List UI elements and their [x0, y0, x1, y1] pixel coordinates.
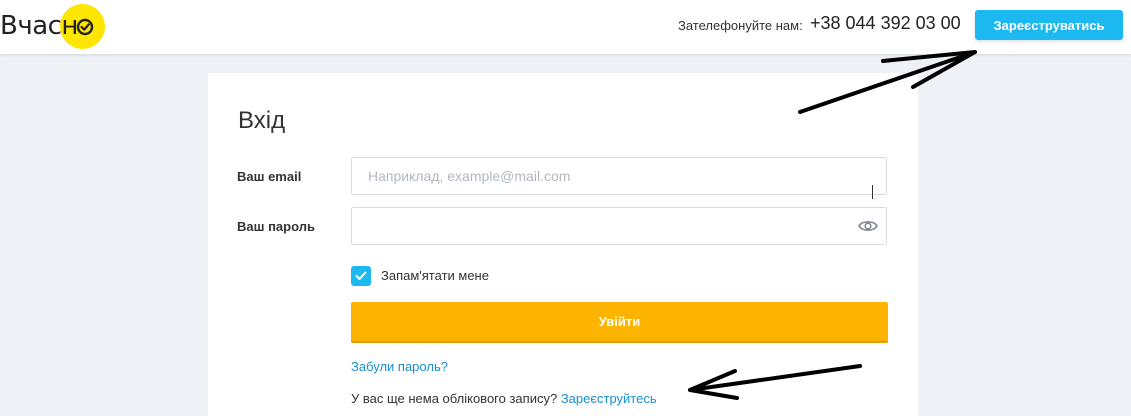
page-title: Вхід	[238, 107, 286, 134]
password-field[interactable]	[351, 207, 887, 245]
login-card: Вхід Ваш email Ваш пароль Запам'ятати ме…	[208, 73, 918, 416]
check-circle-icon	[76, 18, 94, 36]
logo[interactable]: Вчасн	[0, 4, 105, 49]
no-account-text: У вас ще нема облікового запису? Зареєст…	[351, 391, 657, 406]
email-label: Ваш email	[237, 169, 302, 184]
text-cursor	[872, 185, 873, 199]
remember-label[interactable]: Запам'ятати мене	[381, 268, 489, 283]
register-button[interactable]: Зареєструватись	[975, 10, 1123, 40]
email-field[interactable]	[351, 157, 887, 195]
header: Вчасн Зателефонуйте нам: +38 044 392 03 …	[0, 0, 1131, 54]
login-button[interactable]: Увійти	[351, 302, 888, 341]
no-account-label: У вас ще нема облікового запису?	[351, 391, 558, 406]
phone-label: Зателефонуйте нам:	[678, 18, 803, 33]
logo-text: Вчасн	[0, 11, 78, 41]
forgot-password-link[interactable]: Забули пароль?	[351, 359, 448, 374]
checkmark-icon	[355, 271, 367, 280]
remember-checkbox[interactable]	[351, 266, 371, 286]
password-label: Ваш пароль	[237, 219, 315, 234]
phone-number[interactable]: +38 044 392 03 00	[810, 13, 961, 34]
register-link[interactable]: Зареєструйтесь	[561, 391, 657, 406]
eye-icon[interactable]	[858, 219, 878, 233]
